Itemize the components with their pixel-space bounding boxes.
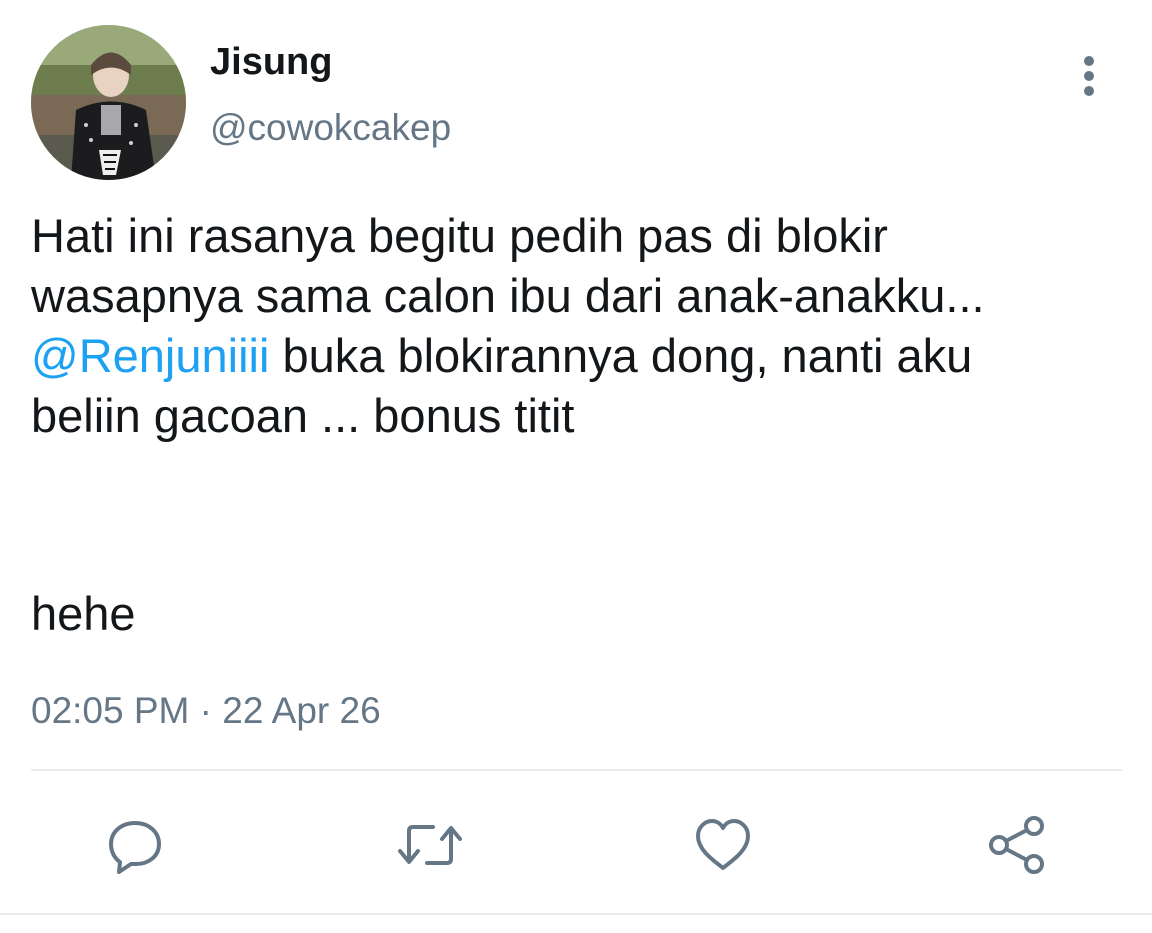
tweet-text-line: wasapnya sama calon ibu dari anak-anakku… bbox=[31, 269, 985, 322]
tweet-text-line: @Renjuniiii buka blokirannya dong, nanti… bbox=[31, 326, 1126, 386]
author-handle[interactable]: @cowokcakep bbox=[210, 106, 451, 150]
more-options-button[interactable] bbox=[1070, 50, 1110, 100]
tweet: Jisung @cowokcakep Hati ini rasanya begi… bbox=[0, 0, 1152, 933]
tweet-text-tail: hehe bbox=[31, 587, 136, 640]
retweet-icon bbox=[398, 825, 462, 865]
mention-link[interactable]: @Renjuniiii bbox=[31, 329, 269, 382]
tweet-timestamp[interactable]: 02:05 PM · 22 Apr 26 bbox=[31, 689, 381, 733]
avatar[interactable] bbox=[31, 25, 186, 180]
like-button[interactable] bbox=[688, 810, 758, 880]
vertical-ellipsis-icon-dot bbox=[1084, 86, 1094, 96]
tweet-text: Hati ini rasanya begitu pedih pas di blo… bbox=[31, 206, 1126, 446]
tweet-text-line: beliin gacoan ... bonus titit bbox=[31, 389, 575, 442]
tweet-text-line: Hati ini rasanya begitu pedih pas di blo… bbox=[31, 209, 888, 262]
vertical-ellipsis-icon-dot bbox=[1084, 71, 1094, 81]
reply-button[interactable] bbox=[100, 810, 170, 880]
share-button[interactable] bbox=[983, 810, 1053, 880]
vertical-ellipsis-icon bbox=[1084, 56, 1094, 66]
divider bbox=[31, 769, 1122, 771]
reply-icon bbox=[109, 821, 161, 874]
tweet-text-segment: buka blokirannya dong, nanti aku bbox=[269, 329, 973, 382]
share-icon bbox=[989, 816, 1044, 874]
author-display-name[interactable]: Jisung bbox=[210, 40, 332, 84]
profile-photo bbox=[31, 25, 186, 180]
retweet-button[interactable] bbox=[395, 810, 465, 880]
heart-icon bbox=[696, 819, 750, 870]
divider bbox=[0, 913, 1152, 915]
